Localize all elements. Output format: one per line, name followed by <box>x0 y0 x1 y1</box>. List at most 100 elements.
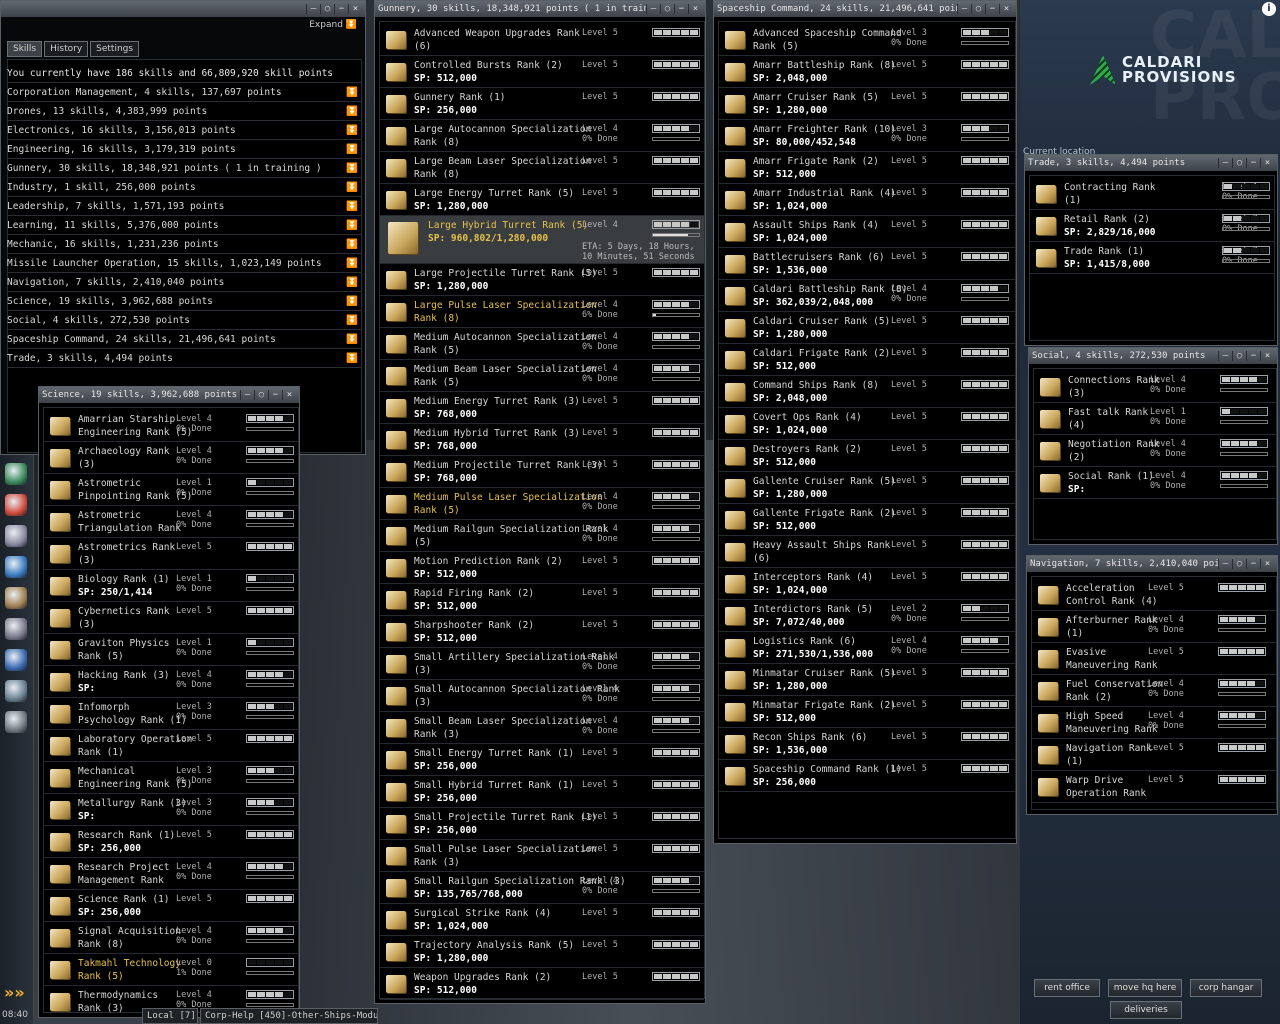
skill-row[interactable]: Astrometrics Rank (3) Level 5 <box>44 538 298 570</box>
expand-chevron-icon[interactable]: ⏬ <box>346 349 358 368</box>
skill-row[interactable]: Rapid Firing Rank (2) SP: 512,000 Level 5 <box>380 584 704 616</box>
settings-button[interactable]: ○ <box>1232 351 1246 361</box>
skill-row[interactable]: Medium Projectile Turret Rank (3) SP: 768… <box>380 456 704 488</box>
expand-chevron-icon[interactable]: ⏬ <box>346 83 358 102</box>
expand-chevron-icon[interactable]: ⏬ <box>346 197 358 216</box>
skill-row[interactable]: Interdictors Rank (5) SP: 7,072/40,000 Lev… <box>719 600 1015 632</box>
skill-row[interactable]: Medium Beam Laser Specialization Rank (5)… <box>380 360 704 392</box>
expand-button[interactable]: Expand ⏬ <box>309 20 357 30</box>
skill-row[interactable]: Mechanical Engineering Rank (5) Level 3 0% … <box>44 762 298 794</box>
skill-group-row[interactable]: Industry, 1 skill, 256,000 points ⏬ <box>7 178 362 197</box>
expand-neocom-icon[interactable]: »» <box>4 984 30 1002</box>
skill-row[interactable]: Caldari Battleship Rank (8) SP: 362,039/2… <box>719 280 1015 312</box>
skill-row[interactable]: Large Projectile Turret Rank (5) SP: 1,28… <box>380 264 704 296</box>
skill-row[interactable]: Fast talk Rank (4) Level 1 0% Done <box>1034 403 1276 435</box>
chat-corp-help[interactable]: Corp-Help [450]-Other-Ships-Modu... <box>200 1008 378 1024</box>
skills-icon[interactable] <box>0 460 32 488</box>
skill-row[interactable]: Gunnery Rank (1) SP: 256,000 Level 5 <box>380 88 704 120</box>
skill-row[interactable]: Logistics Rank (6) SP: 271,530/1,536,000 L… <box>719 632 1015 664</box>
lifebuoy-icon[interactable] <box>0 491 32 519</box>
expand-chevron-icon[interactable]: ⏬ <box>346 140 358 159</box>
skill-row[interactable]: Small Hybrid Turret Rank (1) SP: 256,000 L… <box>380 776 704 808</box>
skill-row[interactable]: Gallente Cruiser Rank (5) SP: 1,280,000 Le… <box>719 472 1015 504</box>
tab-settings[interactable]: Settings <box>90 41 140 57</box>
skill-row[interactable]: Trajectory Analysis Rank (5) SP: 1,280,00… <box>380 936 704 968</box>
skill-row[interactable]: Infomorph Psychology Rank (1) Level 3 0% Do… <box>44 698 298 730</box>
minimize-button[interactable]: ‒ <box>1218 158 1232 168</box>
settings-button[interactable]: ○ <box>971 4 985 14</box>
close-button[interactable]: × <box>999 4 1013 14</box>
skill-row[interactable]: Interceptors Rank (4) SP: 1,024,000 Level … <box>719 568 1015 600</box>
close-button[interactable]: × <box>282 390 296 400</box>
skill-row[interactable]: Signal Acquisition Rank (8) Level 4 0% Done <box>44 922 298 954</box>
skill-group-row[interactable]: Navigation, 7 skills, 2,410,040 points ⏬ <box>7 273 362 292</box>
skill-row[interactable]: Afterburner Rank (1) Level 4 0% Done <box>1032 611 1276 643</box>
book-icon[interactable] <box>0 584 32 612</box>
skill-row[interactable]: Medium Pulse Laser Specialization Rank (5… <box>380 488 704 520</box>
skill-group-row[interactable]: Corporation Management, 4 skills, 137,69… <box>7 83 362 102</box>
minimize-button[interactable]: ‒ <box>957 4 971 14</box>
skill-row[interactable]: Amarr Freighter Rank (10) SP: 80,000/452,… <box>719 120 1015 152</box>
skill-row[interactable]: Medium Hybrid Turret Rank (3) SP: 768,000… <box>380 424 704 456</box>
skill-row[interactable]: Small Projectile Turret Rank (1) SP: 256,… <box>380 808 704 840</box>
settings-button[interactable]: ○ <box>1232 158 1246 168</box>
globe-icon[interactable] <box>0 553 32 581</box>
skill-row[interactable]: Small Pulse Laser Specialization Rank (3)… <box>380 840 704 872</box>
skill-group-row[interactable]: Trade, 3 skills, 4,494 points ⏬ <box>7 349 362 368</box>
skill-row[interactable]: Evasive Maneuvering Rank Level 5 <box>1032 643 1276 675</box>
skill-row[interactable]: Navigation Rank (1) Level 5 <box>1032 739 1276 771</box>
skill-row[interactable]: Contracting Rank(1)Level 10% Done <box>1030 178 1274 210</box>
skill-row[interactable]: Amarr Frigate Rank (2) SP: 512,000 Level 5 <box>719 152 1015 184</box>
skill-row[interactable]: Controlled Bursts Rank (2) SP: 512,000 Lev… <box>380 56 704 88</box>
pin-button[interactable]: − <box>1246 559 1260 569</box>
skill-group-row[interactable]: Spaceship Command, 24 skills, 21,496,641… <box>7 330 362 349</box>
skill-row[interactable]: Astrometric Pinpointing Rank (5) Level 1 0%… <box>44 474 298 506</box>
skill-row[interactable]: Hacking Rank (3) SP: Level 4 0% Done <box>44 666 298 698</box>
skill-group-row[interactable]: Drones, 13 skills, 4,383,999 points ⏬ <box>7 102 362 121</box>
close-button[interactable]: × <box>688 4 702 14</box>
skill-row[interactable]: Command Ships Rank (8) SP: 2,048,000 Level… <box>719 376 1015 408</box>
skill-row[interactable]: Acceleration Control Rank (4) Level 5 <box>1032 579 1276 611</box>
expand-chevron-icon[interactable]: ⏬ <box>346 159 358 178</box>
skill-group-row[interactable]: Learning, 11 skills, 5,376,000 points ⏬ <box>7 216 362 235</box>
skill-row[interactable]: Motion Prediction Rank (2) SP: 512,000 Lev… <box>380 552 704 584</box>
info-icon[interactable]: i <box>1262 2 1276 16</box>
skill-row[interactable]: Amarr Industrial Rank (4) SP: 1,024,000 Le… <box>719 184 1015 216</box>
skill-group-row[interactable]: Science, 19 skills, 3,962,688 points ⏬ <box>7 292 362 311</box>
industry-icon[interactable] <box>0 708 32 736</box>
rent-office-button[interactable]: rent office <box>1034 979 1100 997</box>
skill-row[interactable]: Small Autocannon Specialization Rank (3) L… <box>380 680 704 712</box>
close-button[interactable]: × <box>1260 351 1274 361</box>
corp-hangar-button[interactable]: corp hangar <box>1190 979 1262 997</box>
skill-row[interactable]: Fuel Conservation Rank (2) Level 4 0% Done <box>1032 675 1276 707</box>
expand-chevron-icon[interactable]: ⏬ <box>346 254 358 273</box>
skill-row[interactable]: Sharpshooter Rank (2) SP: 512,000 Level 5 <box>380 616 704 648</box>
minimize-button[interactable]: ‒ <box>1218 351 1232 361</box>
minimize-button[interactable]: ‒ <box>1218 559 1232 569</box>
skill-row[interactable]: Science Rank (1) SP: 256,000 Level 5 <box>44 890 298 922</box>
skill-row[interactable]: Large Energy Turret Rank (5) SP: 1,280,00… <box>380 184 704 216</box>
skill-row[interactable]: Caldari Cruiser Rank (5) SP: 1,280,000 Lev… <box>719 312 1015 344</box>
skill-row[interactable]: Minmatar Cruiser Rank (5) SP: 1,280,000 Le… <box>719 664 1015 696</box>
move-hq-button[interactable]: move hq here <box>1108 979 1182 997</box>
skill-group-row[interactable]: Leadership, 7 skills, 1,571,193 points ⏬ <box>7 197 362 216</box>
expand-chevron-icon[interactable]: ⏬ <box>346 178 358 197</box>
info-icon[interactable] <box>0 646 32 674</box>
expand-chevron-icon[interactable]: ⏬ <box>346 235 358 254</box>
settings-button[interactable]: ○ <box>1232 559 1246 569</box>
skill-row[interactable]: High Speed Maneuvering Rank Level 4 0% Done <box>1032 707 1276 739</box>
skill-row[interactable]: Spaceship Command Rank (1) SP: 256,000 Lev… <box>719 760 1015 792</box>
skill-row[interactable]: Cybernetics Rank (3) Level 5 <box>44 602 298 634</box>
market-icon[interactable] <box>0 677 32 705</box>
minimize-button[interactable]: ‒ <box>240 390 254 400</box>
skill-row[interactable]: Medium Autocannon Specialization Rank (5)… <box>380 328 704 360</box>
pin-button[interactable]: − <box>985 4 999 14</box>
skill-row[interactable]: Minmatar Frigate Rank (2) SP: 512,000 Leve… <box>719 696 1015 728</box>
pin-button[interactable]: − <box>334 4 348 14</box>
skill-row[interactable]: Astrometric Triangulation Rank Level 4 0% D… <box>44 506 298 538</box>
skill-row[interactable]: Trade Rank (1)SP: 1,415/8,000Level 20% D… <box>1030 242 1274 274</box>
skill-row[interactable]: Gallente Frigate Rank (2) SP: 512,000 Leve… <box>719 504 1015 536</box>
skill-row[interactable]: Amarrian Starship Engineering Rank (5) Lev… <box>44 410 298 442</box>
skill-row[interactable]: Advanced Weapon Upgrades Rank (6) Level 5 <box>380 24 704 56</box>
close-button[interactable]: × <box>1260 559 1274 569</box>
